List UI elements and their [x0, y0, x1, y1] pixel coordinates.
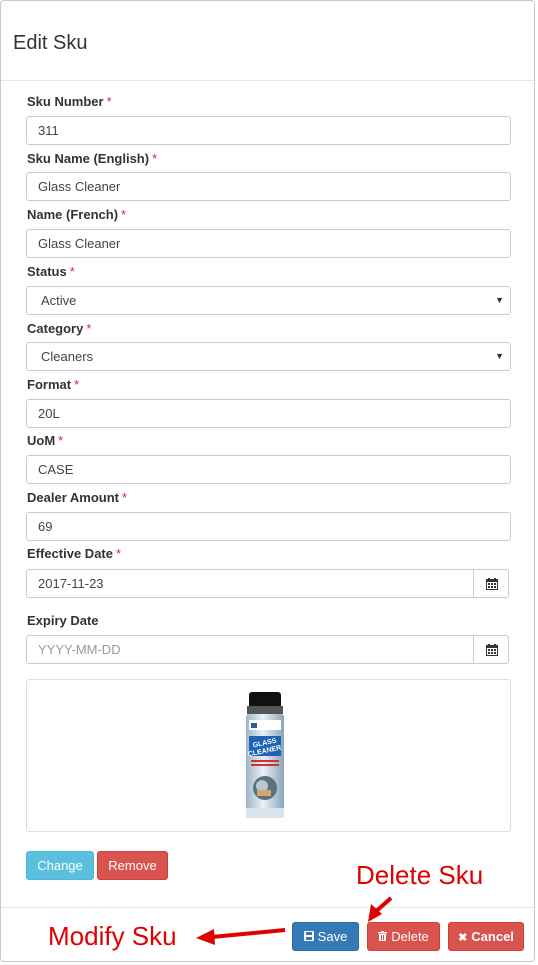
name-french-input[interactable]: Glass Cleaner — [26, 229, 511, 258]
modal-header: Edit Sku — [1, 1, 534, 81]
chevron-down-icon: ▼ — [495, 295, 504, 305]
effective-date-label: Effective Date * — [27, 546, 122, 561]
edit-sku-modal: Edit Sku Sku Number * 311 Sku Name (Engli… — [0, 0, 535, 962]
uom-label: UoM * — [27, 433, 64, 448]
effective-date-calendar-button[interactable] — [473, 569, 509, 598]
chevron-down-icon: ▼ — [495, 351, 504, 361]
remove-image-button[interactable]: Remove — [97, 851, 168, 880]
category-select[interactable]: Cleaners ▼ — [26, 342, 511, 371]
delete-label: Delete — [391, 929, 429, 944]
trash-icon — [378, 925, 388, 952]
delete-sku-annotation: Delete Sku — [356, 860, 484, 890]
sku-number-label: Sku Number * — [27, 94, 112, 109]
sku-name-english-label: Sku Name (English) * — [27, 151, 158, 166]
calendar-icon — [486, 644, 498, 656]
save-button[interactable]: Save — [292, 922, 359, 951]
expiry-date-input[interactable]: YYYY-MM-DD — [26, 635, 474, 664]
category-selected-value: Cleaners — [41, 349, 94, 364]
change-image-button[interactable]: Change — [26, 851, 94, 880]
product-image: GLASS CLEANER — [246, 692, 284, 818]
effective-date-input[interactable]: 2017-11-23 — [26, 569, 474, 598]
product-image-box: GLASS CLEANER — [26, 679, 511, 832]
delete-button[interactable]: Delete — [367, 922, 440, 951]
expiry-date-label: Expiry Date — [27, 613, 99, 628]
status-selected-value: Active — [41, 293, 77, 308]
calendar-icon — [486, 578, 498, 590]
name-french-label: Name (French) * — [27, 207, 127, 222]
save-label: Save — [317, 929, 348, 944]
uom-input[interactable]: CASE — [26, 455, 511, 484]
status-select[interactable]: Active ▼ — [26, 286, 511, 315]
format-input[interactable]: 20L — [26, 399, 511, 428]
sku-number-input[interactable]: 311 — [26, 116, 511, 145]
cancel-button[interactable]: ✖ Cancel — [448, 922, 524, 951]
dealer-amount-label: Dealer Amount * — [27, 490, 128, 505]
category-label: Category * — [27, 321, 92, 336]
dealer-amount-input[interactable]: 69 — [26, 512, 511, 541]
modify-sku-annotation: Modify Sku — [48, 921, 177, 951]
format-label: Format * — [27, 377, 80, 392]
sku-name-english-input[interactable]: Glass Cleaner — [26, 172, 511, 201]
modal-title: Edit Sku — [13, 32, 88, 54]
status-label: Status * — [27, 264, 75, 279]
close-icon: ✖ — [458, 932, 468, 944]
cancel-label: Cancel — [471, 929, 514, 944]
floppy-disk-icon — [303, 925, 314, 952]
expiry-date-calendar-button[interactable] — [473, 635, 509, 664]
